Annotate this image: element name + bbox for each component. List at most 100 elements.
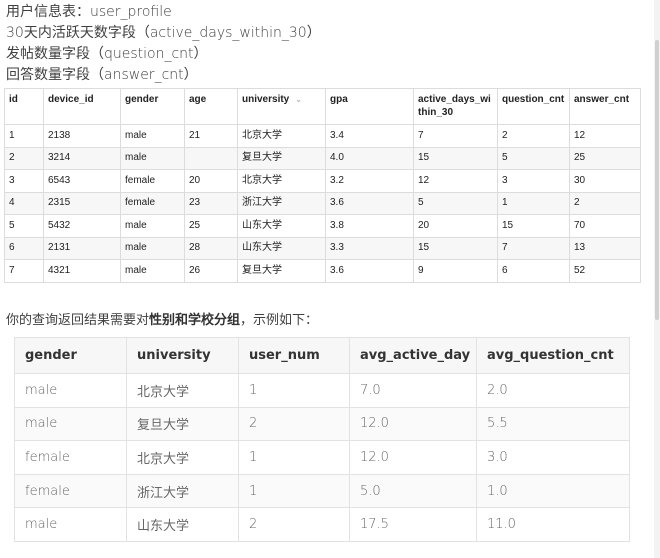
cell: female [14,473,127,509]
table-row: 3 6543 female 20 北京大学 3.2 12 3 30 [4,169,641,193]
cell: 5 [4,214,44,238]
cell: 28 [184,236,238,260]
cell: 1 [238,373,350,408]
cell [184,146,238,170]
table-row: male 山东大学 2 17.5 11.0 [14,507,630,542]
cell: male [120,259,185,283]
cell: 25 [184,214,238,238]
query-prefix: 你的查询返回结果需要对 [6,313,150,328]
cell: 6543 [43,169,121,193]
cell: 5432 [43,214,121,238]
table-header-row: gender university user_num avg_active_da… [14,337,630,374]
table-row: 5 5432 male 25 山东大学 3.8 20 15 70 [4,214,641,238]
cell: 5.5 [476,406,630,442]
cell: 2 [4,146,44,170]
cell: male [14,507,127,542]
table-header-row: id device_id gender age university ⌄ gpa … [4,88,641,125]
cell: 5 [497,146,570,170]
col-header-gender: gender [14,337,127,374]
cell: 复旦大学 [237,146,326,170]
col-header-gpa: gpa [325,88,414,125]
vertical-scrollbar[interactable] [654,0,660,558]
cell: 5.0 [349,473,477,509]
query-instruction: 你的查询返回结果需要对性别和学校分组，示例如下： [6,312,318,330]
cell: 9 [413,259,498,283]
col-header-age: age [184,88,238,125]
cell: 1 [4,124,44,148]
caret-icon: ⌄ [295,95,302,104]
cell: 20 [413,214,498,238]
cell: 21 [184,124,238,148]
table-row: 4 2315 female 23 浙江大学 3.6 5 1 2 [4,191,641,215]
cell: 52 [569,259,641,283]
cell: 4.0 [325,146,414,170]
cell: male [14,373,127,408]
cell: 3.2 [325,169,414,193]
cell: 12.0 [349,406,477,442]
cell: 复旦大学 [126,406,239,442]
table-row: 2 3214 male 复旦大学 4.0 15 5 25 [4,146,641,170]
cell: 3 [497,169,570,193]
cell: 3.6 [325,191,414,215]
table-row: 1 2138 male 21 北京大学 3.4 7 2 12 [4,124,641,148]
cell: 4 [4,191,44,215]
cell: 1 [238,473,350,509]
cell: 山东大学 [237,236,326,260]
intro-line-active-days: 30天内活跃天数字段（active_days_within_30） [6,25,321,41]
cell: 25 [569,146,641,170]
table-row: 6 2131 male 28 山东大学 3.3 15 7 13 [4,236,641,260]
cell: 5 [413,191,498,215]
cell: 26 [184,259,238,283]
cell: 2138 [43,124,121,148]
cell: 30 [569,169,641,193]
cell: 15 [413,236,498,260]
cell: 3.6 [325,259,414,283]
col-header-active-days: active_days_within_30 [413,88,498,125]
cell: 复旦大学 [237,259,326,283]
cell: 70 [569,214,641,238]
user-profile-table: id device_id gender age university ⌄ gpa … [4,88,641,283]
cell: 7.0 [349,373,477,408]
col-header-question-cnt: question_cnt [497,88,570,125]
cell: male [14,406,127,442]
cell: male [120,146,185,170]
cell: 15 [497,214,570,238]
cell: 2.0 [476,373,630,408]
col-header-gender: gender [120,88,185,125]
cell: 北京大学 [237,124,326,148]
table-row: 7 4321 male 26 复旦大学 3.6 9 6 52 [4,259,641,283]
table-row: female 浙江大学 1 5.0 1.0 [14,473,630,509]
cell: 2315 [43,191,121,215]
cell: 23 [184,191,238,215]
cell: 17.5 [349,507,477,542]
query-emphasis: 性别和学校分组 [149,313,241,328]
cell: 15 [413,146,498,170]
table-row: female 北京大学 1 12.0 3.0 [14,440,630,475]
cell: 4321 [43,259,121,283]
cell: 3.4 [325,124,414,148]
cell: 山东大学 [126,507,239,542]
cell: 北京大学 [126,373,239,408]
problem-description: 用户信息表：user_profile 30天内活跃天数字段（active_day… [6,2,321,86]
cell: male [120,124,185,148]
cell: 2 [238,406,350,442]
scrollbar-thumb[interactable] [655,40,659,320]
cell: 2 [238,507,350,542]
cell: 11.0 [476,507,630,542]
cell: 浙江大学 [237,191,326,215]
col-header-university: university ⌄ [237,88,326,125]
cell: 3.3 [325,236,414,260]
cell: female [120,169,185,193]
cell: 7 [413,124,498,148]
cell: 12.0 [349,440,477,475]
cell: 6 [497,259,570,283]
col-header-device-id: device_id [43,88,121,125]
col-header-id: id [4,88,44,125]
cell: 北京大学 [126,440,239,475]
intro-line-answer-cnt: 回答数量字段（answer_cnt） [6,67,198,83]
cell: 2 [497,124,570,148]
cell: 山东大学 [237,214,326,238]
cell: 3.0 [476,440,630,475]
cell: 6 [4,236,44,260]
cell: 1 [238,440,350,475]
